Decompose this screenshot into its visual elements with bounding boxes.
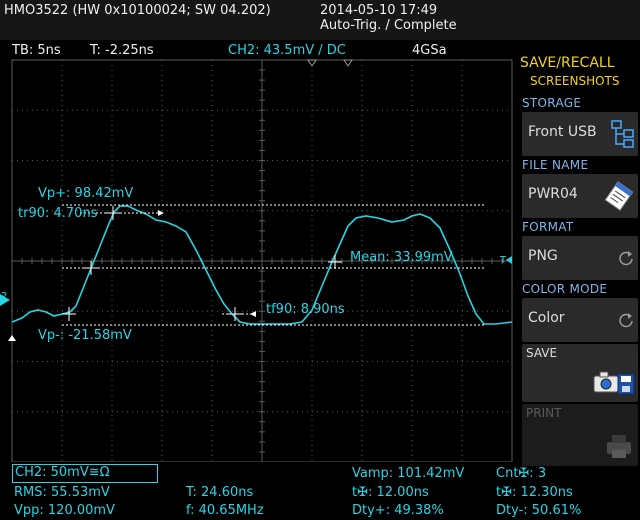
- filename-value: PWR04: [528, 186, 578, 202]
- duty-plus-readout: Dty+: 49.38%: [352, 503, 444, 518]
- trigger-marker-label: T: [500, 255, 507, 266]
- filename-button[interactable]: PWR04: [522, 174, 638, 218]
- tf90-label: tf90: 8.90ns: [266, 302, 345, 317]
- period-readout: T: 24.60ns: [186, 485, 254, 500]
- colormode-label: COLOR MODE: [522, 282, 608, 296]
- camera-save-icon: [593, 371, 635, 395]
- vp-minus-arrow: [8, 335, 16, 341]
- tr90-arrow: [158, 210, 164, 216]
- tf90-arrow: [250, 311, 256, 317]
- colormode-button[interactable]: Color: [522, 298, 638, 342]
- folder-tree-icon: [611, 120, 634, 148]
- file-card-icon: [604, 181, 634, 211]
- vamp-readout: Vamp: 101.42mV: [352, 466, 465, 481]
- print-label: PRINT: [526, 406, 562, 420]
- vp-plus-label: Vp+: 98.42mV: [38, 186, 134, 201]
- mean-label: Mean: 33.99mV: [350, 250, 453, 265]
- storage-value: Front USB: [528, 124, 597, 140]
- tr90-label: tr90: 4.70ns: [18, 206, 98, 221]
- panel-subtitle: SCREENSHOTS: [530, 74, 620, 88]
- rms-readout: RMS: 55.53mV: [14, 485, 110, 500]
- frequency-readout: f: 40.65MHz: [186, 503, 264, 518]
- rise-time-readout: t✠: 12.00ns: [352, 485, 429, 500]
- colormode-value: Color: [528, 310, 565, 326]
- vpp-readout: Vpp: 120.00mV: [14, 503, 115, 518]
- channel-marker-label: 2: [1, 291, 8, 302]
- storage-button[interactable]: Front USB: [522, 112, 638, 156]
- print-button[interactable]: PRINT: [522, 404, 638, 466]
- refresh-icon: [619, 251, 633, 266]
- ch2-setting: CH2: 50mV≅Ω: [15, 465, 110, 480]
- vp-minus-label: Vp-: -21.58mV: [38, 328, 132, 343]
- count-readout: Cnt✠: 3: [496, 466, 547, 481]
- save-label: SAVE: [526, 346, 558, 360]
- save-button[interactable]: SAVE: [522, 344, 638, 402]
- duty-minus-readout: Dty-: 50.61%: [496, 503, 582, 518]
- trigger-level-marker-right: [506, 256, 512, 264]
- filename-label: FILE NAME: [522, 158, 589, 172]
- trigger-level-marker-top: [343, 59, 353, 67]
- format-value: PNG: [528, 248, 558, 264]
- format-button[interactable]: PNG: [522, 236, 638, 280]
- format-label: FORMAT: [522, 220, 574, 234]
- fall-time-readout: t✠: 12.30ns: [496, 485, 573, 500]
- storage-label: STORAGE: [522, 96, 582, 110]
- panel-title: SAVE/RECALL: [520, 55, 615, 71]
- refresh-icon: [619, 313, 633, 328]
- printer-icon: [607, 435, 631, 458]
